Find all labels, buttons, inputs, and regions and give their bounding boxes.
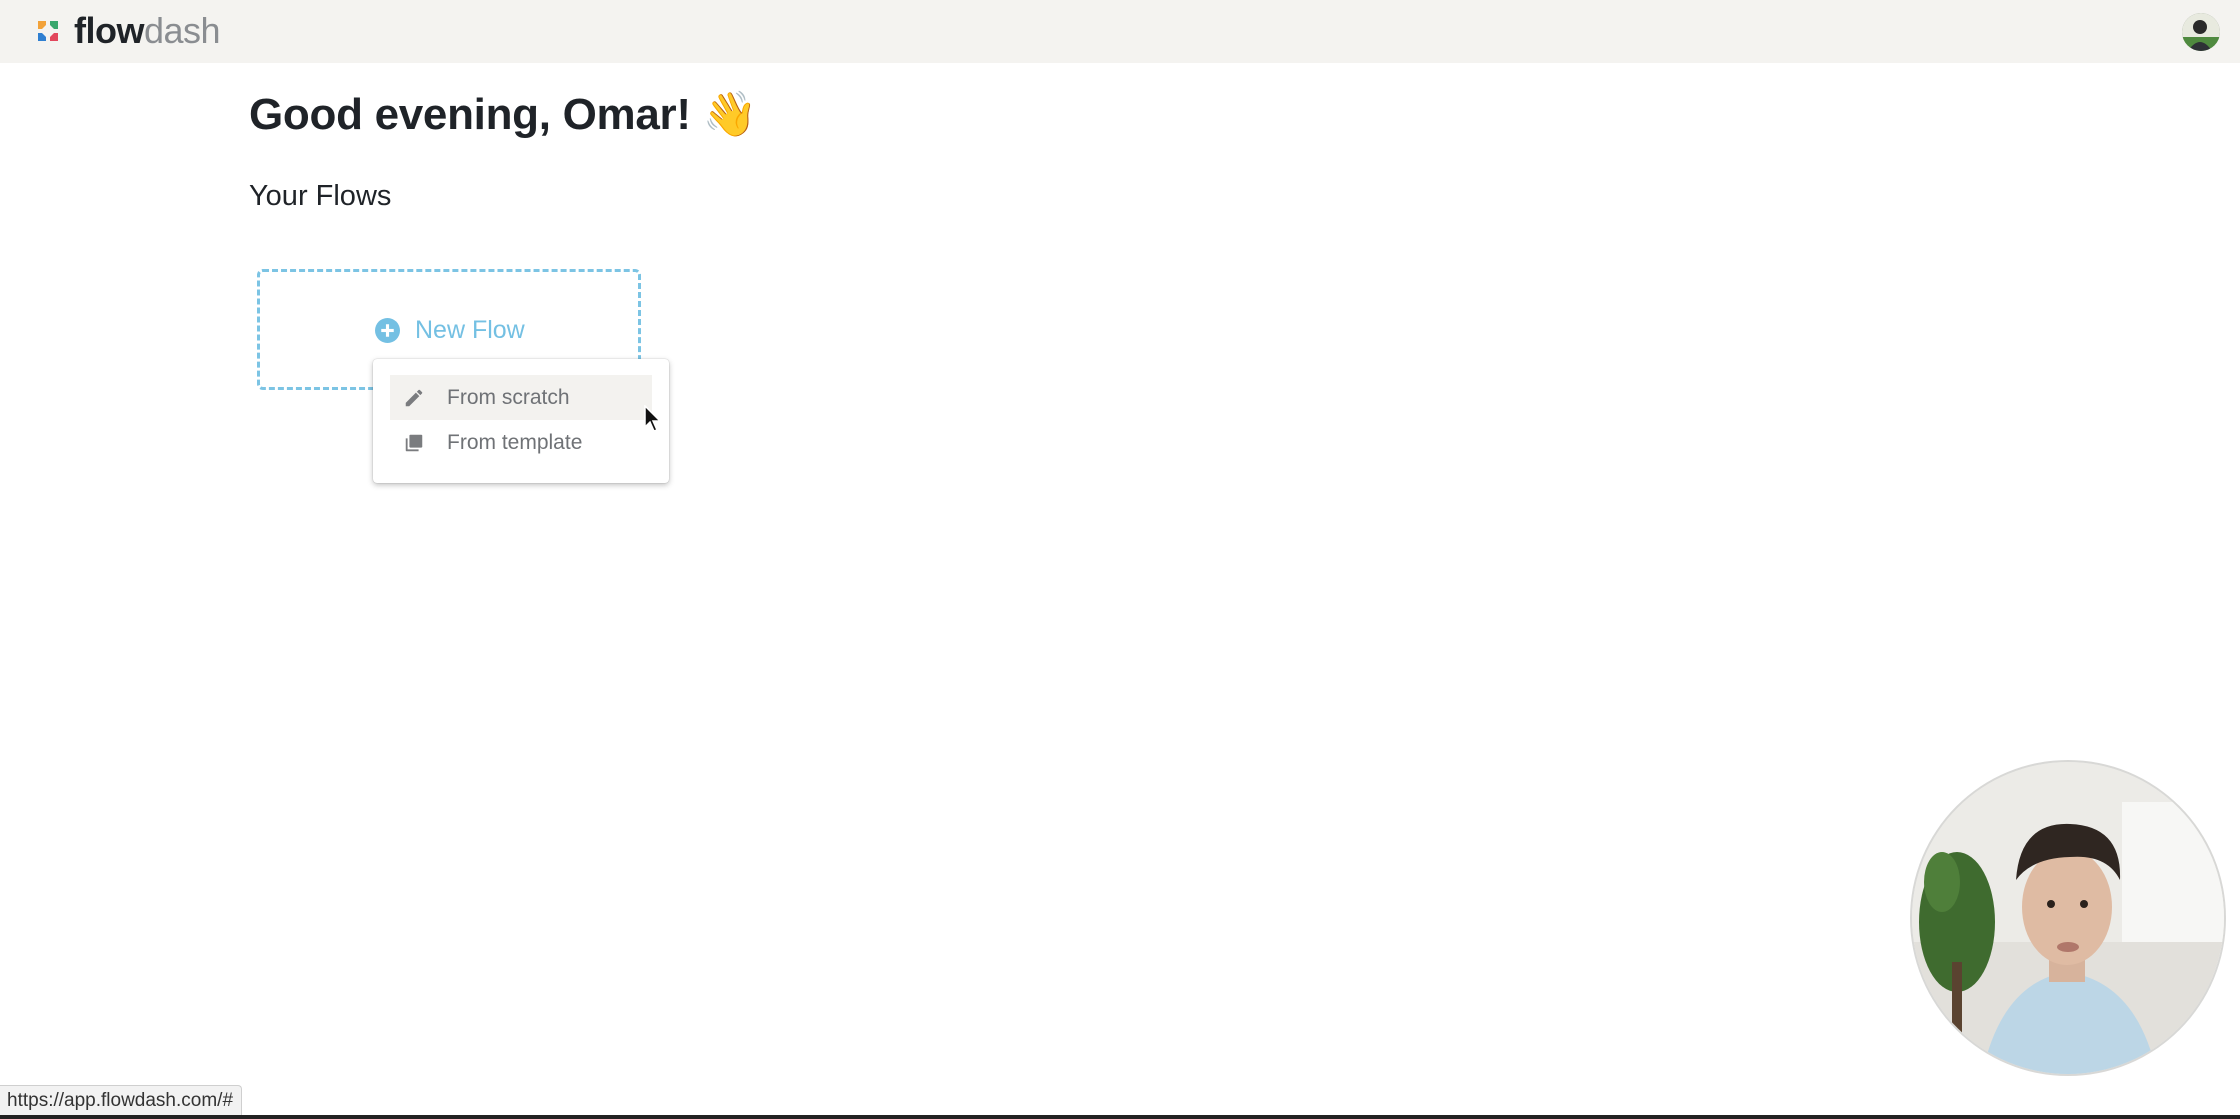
- pencil-icon: [402, 386, 426, 410]
- flowdash-logo[interactable]: flowdash: [34, 10, 221, 51]
- plus-circle-icon: [375, 318, 400, 343]
- menu-item-from-template[interactable]: From template: [390, 420, 652, 465]
- avatar-image: [2182, 13, 2220, 51]
- logo-wordmark: flowdash: [74, 10, 221, 51]
- new-flow-label: New Flow: [415, 316, 525, 344]
- top-navigation-bar: flowdash: [0, 0, 2240, 63]
- copy-icon: [402, 431, 426, 455]
- waving-hand-emoji: 👋: [702, 90, 758, 139]
- menu-item-label: From scratch: [447, 385, 570, 409]
- webcam-overlay: [1912, 762, 2224, 1074]
- logo-text-flow: flow: [74, 10, 144, 51]
- mouse-pointer-icon: [644, 405, 662, 432]
- user-avatar[interactable]: [2182, 13, 2220, 51]
- webcam-video-feed: [1912, 762, 2224, 1074]
- new-flow-dropdown-menu: From scratch From template: [373, 359, 669, 483]
- menu-item-label: From template: [447, 430, 583, 454]
- your-flows-heading: Your Flows: [249, 180, 392, 212]
- flowdash-logo-icon: [38, 21, 58, 41]
- menu-item-from-scratch[interactable]: From scratch: [390, 375, 652, 420]
- greeting-text: Good evening, Omar!: [249, 90, 691, 139]
- page-greeting: Good evening, Omar! 👋: [249, 88, 757, 140]
- logo-text-dash: dash: [143, 10, 221, 51]
- status-bar-url: https://app.flowdash.com/#: [0, 1085, 243, 1116]
- new-flow-button[interactable]: New Flow: [375, 316, 525, 345]
- bottom-border: [0, 1115, 2240, 1119]
